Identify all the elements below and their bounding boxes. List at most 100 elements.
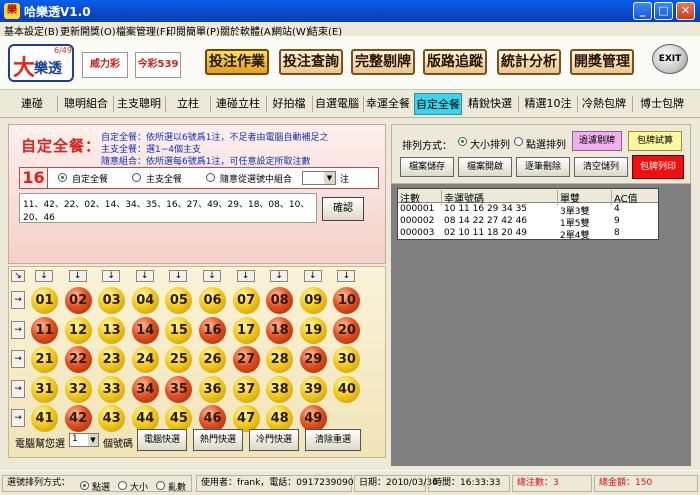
column-select-arrow[interactable]: ↓ <box>203 270 221 282</box>
number-ball[interactable]: 13 <box>98 316 126 344</box>
tab-lucky-meal[interactable]: 幸運全餐 <box>364 93 412 115</box>
number-ball[interactable]: 31 <box>31 375 58 403</box>
column-select-arrow[interactable]: ↓ <box>135 270 154 282</box>
number-ball[interactable]: 49 <box>299 405 327 432</box>
tab-good-partner[interactable]: 好拍檔 <box>267 93 311 115</box>
clear-reselect-button[interactable]: 清除重選 <box>305 429 361 451</box>
full-filter-button[interactable]: 完整剔牌 <box>351 49 415 75</box>
number-ball[interactable]: 12 <box>64 316 92 344</box>
row-select-arrow[interactable]: → <box>11 320 25 339</box>
number-ball[interactable]: 03 <box>98 287 126 314</box>
number-ball[interactable]: 47 <box>232 405 260 432</box>
tab-lianpeng[interactable]: 連碰 <box>8 93 56 115</box>
number-ball[interactable]: 43 <box>98 405 126 432</box>
print-package-button[interactable]: 包牌列印 <box>632 155 684 179</box>
number-ball[interactable]: 42 <box>64 405 92 432</box>
number-ball[interactable]: 07 <box>232 287 260 314</box>
number-ball[interactable]: 45 <box>165 405 193 432</box>
number-ball[interactable]: 29 <box>299 346 327 373</box>
number-ball[interactable]: 18 <box>266 316 294 344</box>
select-all-arrow[interactable]: ↘ <box>11 270 25 282</box>
number-ball[interactable]: 20 <box>333 316 361 344</box>
number-ball[interactable]: 14 <box>131 316 159 344</box>
file-save-button[interactable]: 檔案儲存 <box>400 157 454 177</box>
auto-pick-select[interactable]: 1 ▼ <box>69 433 99 447</box>
number-ball[interactable]: 33 <box>98 375 126 403</box>
number-ball[interactable]: 22 <box>64 346 92 373</box>
number-ball[interactable]: 17 <box>232 316 260 344</box>
number-ball[interactable]: 15 <box>165 316 193 344</box>
row-select-arrow[interactable]: → <box>11 409 25 427</box>
tab-self-computer[interactable]: 自選電腦 <box>312 93 362 115</box>
radio-sort-click[interactable] <box>514 137 523 146</box>
tab-smart-combo[interactable]: 聰明組合 <box>60 93 112 115</box>
clear-list-button[interactable]: 清空儲列 <box>574 157 628 177</box>
radio-main-branch[interactable] <box>132 173 141 182</box>
number-ball[interactable]: 41 <box>31 405 58 432</box>
close-button[interactable]: ✕ <box>676 2 695 20</box>
number-ball[interactable]: 48 <box>266 405 294 432</box>
radio-status-click[interactable] <box>80 481 89 490</box>
number-ball[interactable]: 40 <box>333 375 361 403</box>
minimize-button[interactable]: _ <box>633 2 652 20</box>
number-ball[interactable]: 09 <box>299 287 327 314</box>
number-ball[interactable]: 35 <box>165 375 193 403</box>
exit-button[interactable]: EXIT <box>652 44 688 74</box>
column-select-arrow[interactable]: ↓ <box>169 270 188 282</box>
tab-custom-meal[interactable]: 自定全餐 <box>414 93 462 115</box>
number-ball[interactable]: 01 <box>31 287 58 314</box>
radio-sort-size[interactable] <box>458 137 467 146</box>
number-ball[interactable]: 25 <box>165 346 193 373</box>
table-row[interactable]: 000002 08 14 22 27 42 46 1單5雙 9 <box>398 215 658 229</box>
number-ball[interactable]: 27 <box>232 346 260 373</box>
number-ball[interactable]: 05 <box>165 287 193 314</box>
number-ball[interactable]: 36 <box>199 375 226 403</box>
tab-pillar[interactable]: 立柱 <box>168 93 208 115</box>
number-ball[interactable]: 32 <box>64 375 92 403</box>
tab-select-10[interactable]: 精選10注 <box>520 93 576 115</box>
number-ball[interactable]: 02 <box>64 287 92 314</box>
file-open-button[interactable]: 檔案開啟 <box>458 157 512 177</box>
number-ball[interactable]: 23 <box>98 346 126 373</box>
daily-cash-logo[interactable]: 今彩539 <box>135 52 181 78</box>
tab-elite-quick[interactable]: 精銳快選 <box>464 93 516 115</box>
bet-operation-button[interactable]: 投注作業 <box>205 49 269 75</box>
number-ball[interactable]: 08 <box>266 287 294 314</box>
number-ball[interactable]: 44 <box>131 405 159 432</box>
table-row[interactable]: 000003 02 10 11 18 20 49 2單4雙 8 <box>398 227 658 241</box>
number-ball[interactable]: 38 <box>266 375 294 403</box>
maximize-button[interactable]: □ <box>654 2 673 20</box>
radio-custom-meal[interactable] <box>58 173 67 182</box>
trend-tracking-button[interactable]: 版路追蹤 <box>423 49 487 75</box>
column-select-arrow[interactable]: ↓ <box>35 270 53 282</box>
bet-query-button[interactable]: 投注查詢 <box>279 49 343 75</box>
computer-quick-button[interactable]: 電腦快選 <box>137 429 187 451</box>
number-ball[interactable]: 16 <box>199 316 226 344</box>
tab-doctor[interactable]: 博士包牌 <box>634 93 690 115</box>
number-ball[interactable]: 28 <box>266 346 294 373</box>
draw-manage-button[interactable]: 開獎管理 <box>570 49 634 75</box>
column-select-arrow[interactable]: ↓ <box>303 270 322 282</box>
number-ball[interactable]: 21 <box>31 346 58 373</box>
confirm-button[interactable]: 確認 <box>322 197 364 221</box>
row-select-arrow[interactable]: → <box>11 291 25 309</box>
number-ball[interactable]: 30 <box>333 346 361 373</box>
number-ball[interactable]: 06 <box>199 287 226 314</box>
number-ball[interactable]: 24 <box>131 346 159 373</box>
number-ball[interactable]: 46 <box>199 405 226 432</box>
power-lottery-logo[interactable]: 威力彩 <box>82 52 128 78</box>
column-select-arrow[interactable]: ↓ <box>270 270 289 282</box>
delete-row-button[interactable]: 逐筆刪除 <box>516 157 570 177</box>
tab-main-branch[interactable]: 主支聰明 <box>114 93 164 115</box>
number-ball[interactable]: 04 <box>131 287 159 314</box>
radio-status-random[interactable] <box>156 481 165 490</box>
cold-quick-button[interactable]: 冷門快選 <box>249 429 299 451</box>
column-select-arrow[interactable]: ↓ <box>68 270 87 282</box>
row-select-arrow[interactable]: → <box>11 350 25 368</box>
radio-status-size[interactable] <box>118 481 127 490</box>
number-ball[interactable]: 37 <box>232 375 260 403</box>
number-ball[interactable]: 19 <box>299 316 327 344</box>
hot-quick-button[interactable]: 熱門快選 <box>193 429 243 451</box>
bet-count-select[interactable]: ▼ <box>302 171 336 185</box>
lotto649-logo[interactable]: 大 樂透 6/49 <box>8 44 74 82</box>
